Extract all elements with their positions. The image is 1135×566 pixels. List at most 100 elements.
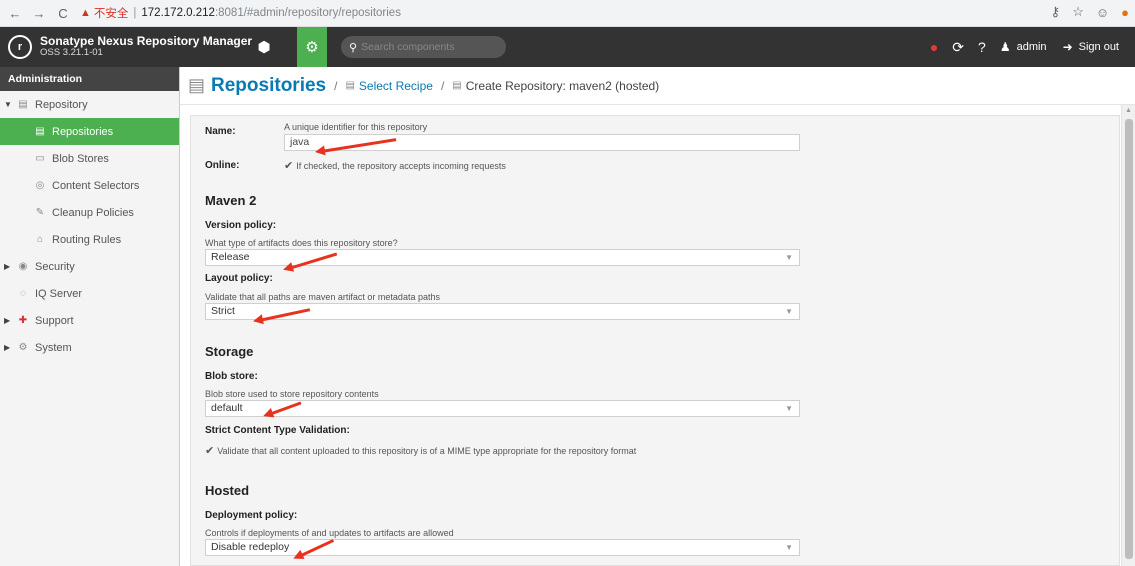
refresh-icon[interactable]: ⟳ (952, 39, 964, 56)
forward-button[interactable]: → (30, 6, 48, 21)
sidebar-item-label: Routing Rules (52, 233, 122, 246)
sidebar-item-repositories[interactable]: ▤ Repositories (0, 118, 179, 145)
sign-out-icon: ➜ (1062, 40, 1073, 54)
chevron-down-icon: ▼ (785, 253, 793, 262)
name-hint: A unique identifier for this repository (284, 122, 428, 132)
sidebar-item-label: Repository (35, 98, 88, 111)
online-label: Online: (205, 160, 240, 171)
maven-section-heading: Maven 2 (205, 193, 257, 208)
sidebar-item-label: Content Selectors (52, 179, 140, 192)
scrollbar-thumb[interactable] (1125, 119, 1133, 559)
sidebar-item-label: System (35, 341, 72, 354)
online-hint: If checked, the repository accepts incom… (296, 161, 506, 171)
sidebar-item-cleanup-policies[interactable]: ✎ Cleanup Policies (0, 199, 179, 226)
strict-validation-checkbox[interactable]: ✔ (205, 444, 214, 457)
sidebar-item-iq-server[interactable]: ◌ IQ Server (0, 280, 179, 307)
sidebar-item-system[interactable]: ▶ ⚙ System (0, 334, 179, 361)
brand-name: Sonatype Nexus Repository Manager (40, 33, 253, 48)
url-separator: | (133, 7, 137, 19)
main-content: ▤ Repositories / ▤ Select Recipe / ▤ Cre… (180, 67, 1135, 566)
insecure-label: 不安全 (93, 8, 129, 20)
star-icon[interactable]: ☆ (1072, 4, 1084, 20)
iq-icon: ◌ (20, 288, 26, 299)
sidebar-item-blob-stores[interactable]: ▭ Blob Stores (0, 145, 179, 172)
brand: Sonatype Nexus Repository Manager OSS 3.… (40, 33, 253, 60)
layout-policy-value: Strict (211, 305, 235, 317)
system-gear-icon: ⚙ (18, 342, 28, 353)
blob-store-hint: Blob store used to store repository cont… (205, 389, 379, 399)
database-icon: ▤ (18, 99, 28, 110)
sidebar-item-label: Support (35, 314, 74, 327)
sidebar-item-routing-rules[interactable]: ⌂ Routing Rules (0, 226, 179, 253)
search-input[interactable] (361, 41, 497, 53)
version-policy-select[interactable]: Release ▼ (205, 249, 800, 266)
deployment-policy-hint: Controls if deployments of and updates t… (205, 528, 454, 538)
chevron-down-icon: ▼ (785, 307, 793, 316)
caret-down-icon: ▼ (4, 100, 12, 109)
sidebar: Administration ▼ ▤ Repository ▤ Reposito… (0, 67, 180, 566)
sidebar-item-label: Cleanup Policies (52, 206, 134, 219)
name-label: Name: (205, 126, 236, 137)
layout-policy-label: Layout policy: (205, 273, 273, 284)
page-scrollbar[interactable]: ▲ (1121, 105, 1135, 566)
browser-actions: ⚷ ☆ ☺ ● (1051, 4, 1129, 20)
blob-store-label: Blob store: (205, 371, 258, 382)
breadcrumb-separator: / (440, 78, 445, 93)
sidebar-item-label: Security (35, 260, 75, 273)
sidebar-item-support[interactable]: ▶ ✚ Support (0, 307, 179, 334)
deployment-policy-value: Disable redeploy (211, 541, 290, 553)
warning-icon: ▲ (80, 7, 91, 19)
sidebar-item-security[interactable]: ▶ ◉ Security (0, 253, 179, 280)
user-name: admin (1016, 41, 1047, 53)
database-icon: ▤ (35, 126, 45, 137)
chevron-down-icon: ▼ (785, 404, 793, 413)
sign-out-button[interactable]: ➜ Sign out (1063, 40, 1119, 54)
sidebar-item-content-selectors[interactable]: ◎ Content Selectors (0, 172, 179, 199)
strict-validation-label: Strict Content Type Validation: (205, 425, 350, 436)
database-icon: ▤ (188, 75, 206, 95)
version-label: OSS 3.21.1-01 (40, 47, 103, 59)
online-checkbox[interactable]: ✔ (284, 159, 293, 172)
blob-store-value: default (211, 402, 243, 414)
eye-icon: ◉ (18, 261, 28, 272)
help-icon[interactable]: ? (978, 39, 986, 55)
breadcrumb-repositories[interactable]: Repositories (211, 75, 326, 97)
caret-right-icon: ▶ (4, 262, 11, 271)
version-policy-label: Version policy: (205, 220, 277, 231)
caret-right-icon: ▶ (4, 343, 11, 352)
sidebar-item-repository[interactable]: ▼ ▤ Repository (0, 91, 179, 118)
sign-out-label: Sign out (1078, 41, 1119, 53)
header-actions: ● ⟳ ? ♟ admin ➜ Sign out (930, 27, 1135, 67)
reload-button[interactable]: C (54, 6, 72, 21)
back-button[interactable]: ← (6, 6, 24, 21)
breadcrumb-separator: / (334, 78, 338, 93)
search-icon: ⚲ (349, 41, 358, 54)
online-row: ✔ If checked, the repository accepts inco… (284, 159, 506, 172)
scroll-up-icon[interactable]: ▲ (1125, 107, 1132, 114)
breadcrumb-select-recipe[interactable]: Select Recipe (359, 79, 433, 93)
extension-icon[interactable]: ● (1121, 5, 1129, 20)
sidebar-item-label: Blob Stores (52, 152, 109, 165)
admin-mode-gear-icon[interactable]: ⚙ (297, 27, 327, 67)
sidebar-item-label: Repositories (52, 125, 114, 138)
system-alert-icon[interactable]: ● (930, 39, 938, 55)
browse-mode-cube-icon[interactable]: ⬢ (250, 27, 278, 67)
server-icon: ▭ (35, 153, 45, 164)
layout-policy-hint: Validate that all paths are maven artifa… (205, 292, 440, 302)
breadcrumb: ▤ Repositories / ▤ Select Recipe / ▤ Cre… (180, 67, 1135, 105)
app-header: r Sonatype Nexus Repository Manager OSS … (0, 27, 1135, 67)
breadcrumb-current: Create Repository: maven2 (hosted) (465, 78, 660, 93)
support-icon: ✚ (18, 315, 28, 326)
key-icon[interactable]: ⚷ (1051, 4, 1061, 20)
nexus-logo-icon: r (8, 35, 32, 59)
create-repository-form: Name: A unique identifier for this repos… (190, 115, 1120, 566)
url-path: :8081/#admin/repository/repositories (214, 7, 401, 19)
browser-toolbar: ← → C ▲ 不安全 | 172.172.0.212:8081/#admin/… (0, 0, 1135, 27)
address-bar[interactable]: ▲ 不安全 | 172.172.0.212:8081/#admin/reposi… (80, 5, 401, 21)
user-menu[interactable]: ♟ admin (1000, 40, 1047, 54)
sidebar-title: Administration (0, 67, 179, 91)
selector-icon: ◎ (35, 180, 45, 191)
url-host: 172.172.0.212 (141, 7, 215, 19)
profile-icon[interactable]: ☺ (1096, 5, 1109, 20)
chevron-down-icon: ▼ (785, 543, 793, 552)
